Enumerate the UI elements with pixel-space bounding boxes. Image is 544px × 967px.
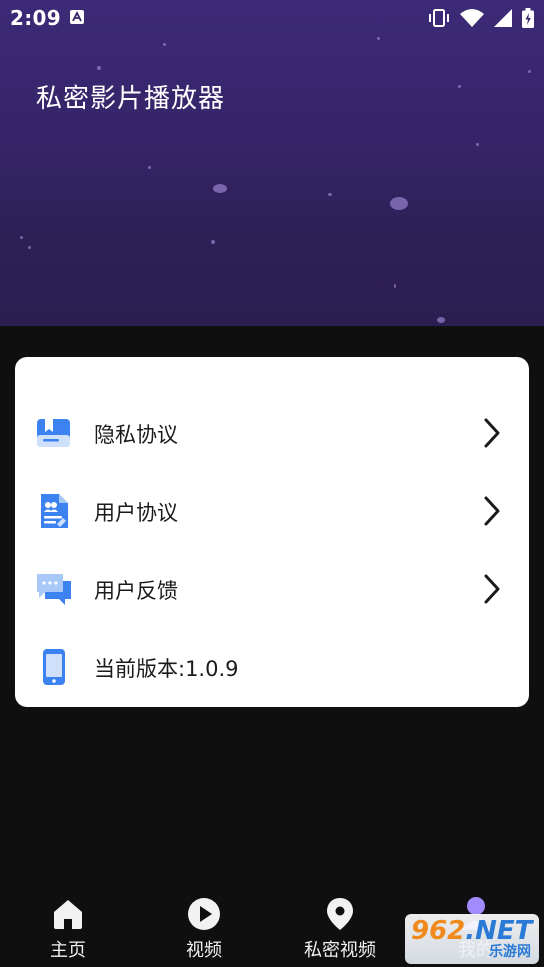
nav-video-label: 视频 [186,940,222,961]
chevron-right-icon [481,493,503,529]
nav-video[interactable]: 视频 [136,894,272,966]
nav-home-label: 主页 [50,940,86,961]
home-icon [50,896,86,932]
version-label: 当前版本:1.0.9 [94,657,239,681]
privacy-policy-row[interactable]: 隐私协议 [15,397,529,469]
phone-icon [35,649,73,685]
play-circle-icon [186,896,222,932]
app-a-icon [70,10,84,24]
bookmark-book-icon [35,415,73,451]
location-pin-icon [322,896,358,932]
user-document-icon [35,493,73,529]
watermark-logo: 962.NET 乐游网 [405,914,539,964]
chevron-right-icon [481,571,503,607]
user-feedback-label: 用户反馈 [94,579,178,603]
status-bar: 2:09 [0,0,544,36]
screen: 2:09 私密影片播放器 隐私协议 用户协议 用户反馈 当前版本:1.0.9 主… [0,0,544,967]
nav-private-video-label: 私密视频 [304,940,376,961]
bottom-nav: 主页 视频 私密视频 962.NET 乐游网 [0,882,544,967]
nav-private-video[interactable]: 私密视频 [272,894,408,966]
status-time: 2:09 [10,6,61,30]
version-row: 当前版本:1.0.9 [15,631,529,703]
nav-home[interactable]: 主页 [0,894,136,966]
user-feedback-row[interactable]: 用户反馈 [15,553,529,625]
wifi-icon [460,9,484,27]
feedback-chat-icon [35,571,73,607]
privacy-policy-label: 隐私协议 [94,423,178,447]
settings-card: 隐私协议 用户协议 用户反馈 当前版本:1.0.9 [15,357,529,707]
app-title: 私密影片播放器 [36,84,226,114]
chevron-right-icon [481,415,503,451]
user-agreement-row[interactable]: 用户协议 [15,475,529,547]
status-icons [428,8,534,28]
signal-icon [494,9,512,27]
header-banner: 2:09 私密影片播放器 [0,0,544,326]
user-agreement-label: 用户协议 [94,501,178,525]
vibrate-icon [428,9,450,27]
battery-charging-icon [522,8,534,28]
watermark-site-name: 乐游网 [489,944,531,960]
